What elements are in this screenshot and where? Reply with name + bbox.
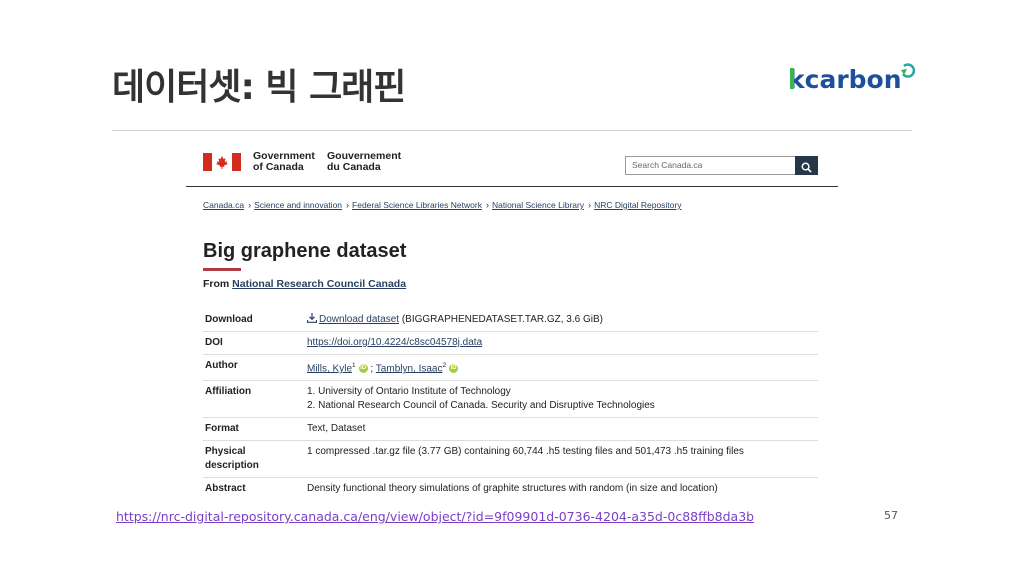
physical-label-line2: description [205,460,259,472]
abstract-value: Density functional theory simulations of… [307,483,718,495]
author-link-tamblyn[interactable]: Tamblyn, Isaac [376,363,443,374]
search-icon [801,162,812,173]
doi-link[interactable]: https://doi.org/10.4224/c8sc04578j.data [307,337,482,348]
author2-affiliation-ref: 2 [442,362,447,369]
breadcrumb-science-innovation[interactable]: Science and innovation [254,200,342,210]
download-value: Download dataset (BIGGRAPHENEDATASET.TAR… [305,309,818,332]
breadcrumb-canada-ca[interactable]: Canada.ca [203,200,244,210]
title-accent-rule [203,268,241,271]
search-input[interactable]: Search Canada.ca [625,156,795,175]
chevron-right-icon: › [588,200,592,210]
page-number: 57 [884,509,898,522]
breadcrumb-nsl[interactable]: National Science Library [492,200,584,210]
table-row: Affiliation 1. University of Ontario Ins… [203,380,818,419]
physical-description-label: Physical description [203,440,305,479]
doi-value: https://doi.org/10.4224/c8sc04578j.data [305,331,818,355]
record-title: Big graphene dataset [203,240,407,262]
format-value: Text, Dataset [305,417,818,442]
from-organization-link[interactable]: National Research Council Canada [232,278,406,290]
from-line: From National Research Council Canada [203,278,406,290]
format-label: Format [203,417,305,442]
download-dataset-link[interactable]: Download dataset [319,314,399,325]
gov-name-english: Government of Canada [253,151,321,173]
chevron-right-icon: › [248,200,252,210]
table-row: Download Download dataset (BIGGRAPHENEDA… [203,309,818,332]
breadcrumb-nrc-repository[interactable]: NRC Digital Repository [594,200,681,210]
affiliation-value: 1. University of Ontario Institute of Te… [305,380,818,419]
orcid-icon[interactable]: iD [358,364,368,374]
author-value: Mills, Kyle1 iD ; Tamblyn, Isaac2 iD [305,354,818,382]
table-row: Format Text, Dataset [203,417,818,442]
author1-affiliation-ref: 1 [352,362,356,369]
physical-description-value: 1 compressed .tar.gz file (3.77 GB) cont… [305,440,818,479]
doi-label: DOI [203,331,305,355]
gov-fr-line2: du Canada [327,161,381,173]
orcid-icon[interactable]: iD [449,364,459,374]
gc-header: Government of Canada Gouvernement du Can… [186,140,838,187]
breadcrumb: Canada.ca › Science and innovation › Federal… [203,200,681,210]
kcarbon-logo-mark: kcarbon [788,63,916,94]
kcarbon-logo: kcarbon [788,60,918,96]
chevron-right-icon: › [346,200,350,210]
physical-label-line1: Physical [205,446,246,458]
source-url-link[interactable]: https://nrc-digital-repository.canada.ca… [116,509,754,524]
title-divider [112,130,912,131]
author-separator: ; [367,363,376,375]
slide-title: 데이터셋: 빅 그래핀 [112,67,406,108]
gov-name-french: Gouvernement du Canada [327,151,407,173]
table-row: DOI https://doi.org/10.4224/c8sc04578j.d… [203,331,818,355]
affiliation-label: Affiliation [203,380,305,419]
record-metadata-table: Download Download dataset (BIGGRAPHENEDA… [203,309,818,500]
abstract-label: Abstract [205,483,246,495]
download-detail: (BIGGRAPHENEDATASET.TAR.GZ, 3.6 GiB) [399,314,603,325]
from-label: From [203,278,230,290]
table-row: Physical description 1 compressed .tar.g… [203,440,818,479]
download-label: Download [203,309,305,332]
affiliation-item: 2. National Research Council of Canada. … [307,400,655,412]
author-label: Author [203,354,305,382]
canada-flag-icon [203,153,241,171]
chevron-right-icon: › [485,200,489,210]
download-icon [307,313,317,323]
affiliation-item: 1. University of Ontario Institute of Te… [307,386,511,398]
table-row: Author Mills, Kyle1 iD ; Tamblyn, Isaac2 i… [203,354,818,382]
gov-en-line2: of Canada [253,161,304,173]
website-screenshot: Government of Canada Gouvernement du Can… [186,140,838,494]
table-row: Abstract Density functional theory simul… [203,478,818,501]
search-button[interactable] [795,156,818,175]
author-link-mills[interactable]: Mills, Kyle [307,363,352,374]
logo-text: kcarbon [788,65,902,94]
breadcrumb-fsln[interactable]: Federal Science Libraries Network [352,200,482,210]
